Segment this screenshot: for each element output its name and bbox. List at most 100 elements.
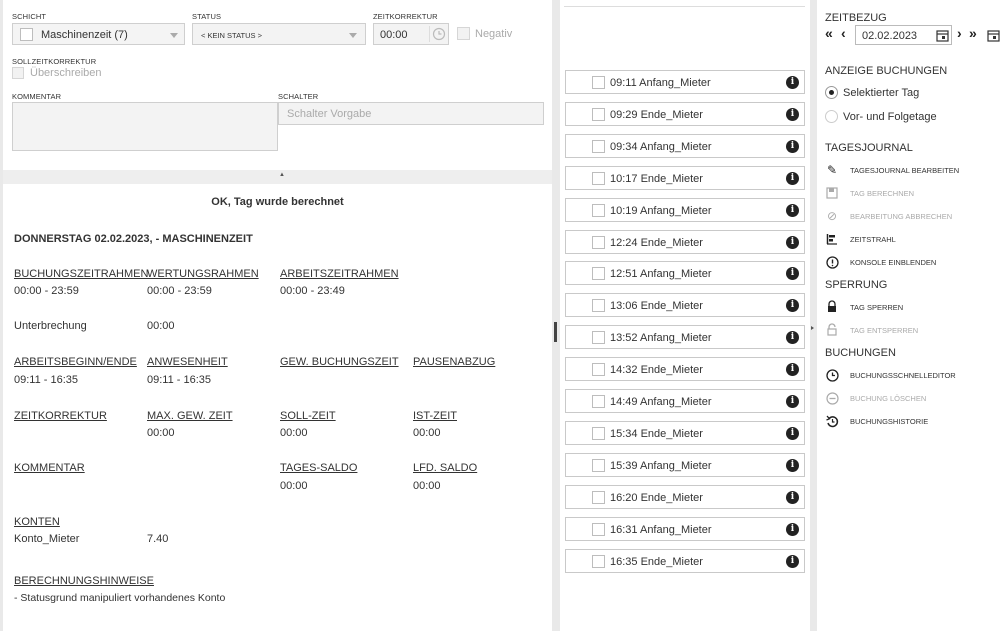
zeitkorrektur-result-label: ZEITKORREKTUR [14,410,107,422]
booking-row[interactable]: 16:31 Anfang_Mieter i [565,516,805,541]
booking-row[interactable]: 13:52 Anfang_Mieter i [565,325,805,350]
booking-row[interactable]: 15:34 Ende_Mieter i [565,420,805,445]
booking-row[interactable]: 16:35 Ende_Mieter i [565,548,805,573]
zeitkorrektur-input[interactable]: 00:00 [373,23,449,45]
booking-row[interactable]: 14:49 Anfang_Mieter i [565,389,805,413]
booking-checkbox[interactable] [592,522,605,536]
last-day-button[interactable]: » [969,26,977,40]
expand-arrow-icon[interactable] [811,326,814,330]
booking-row[interactable]: 10:17 Ende_Mieter i [565,165,805,190]
booking-label: 12:51 Anfang_Mieter [610,268,712,281]
booking-label: 14:49 Anfang_Mieter [610,396,712,408]
info-icon[interactable]: i [786,363,799,377]
booking-row[interactable]: 10:19 Anfang_Mieter i [565,197,805,222]
info-icon[interactable]: i [786,203,799,217]
splitter-handle[interactable] [554,322,557,342]
arbeitsbeginn-label: ARBEITSBEGINN/ENDE [14,356,137,368]
booking-row[interactable]: 13:06 Ende_Mieter i [565,293,805,318]
first-day-button[interactable]: « [825,26,833,40]
status-value: < KEIN STATUS > [201,31,262,40]
konten-label: KONTEN [14,516,60,528]
info-icon[interactable]: i [786,426,799,440]
arbeitszeitrahmen-label: ARBEITSZEITRAHMEN [280,268,399,280]
calendar-today-icon[interactable] [987,29,1000,42]
info-icon[interactable]: i [786,107,799,121]
buchung-loeschen-label: BUCHUNG LÖSCHEN [850,394,927,403]
booking-checkbox[interactable] [592,299,605,313]
timeline-icon [825,232,839,246]
tag-entsperren-label: TAG ENTSPERREN [850,326,919,335]
booking-row[interactable]: 12:51 Anfang_Mieter i [565,261,805,286]
booking-row[interactable]: 16:20 Ende_Mieter i [565,484,805,509]
negativ-checkbox[interactable] [457,27,470,40]
next-day-button[interactable]: › [957,26,962,40]
date-input[interactable]: 02.02.2023 [855,25,952,45]
booking-checkbox[interactable] [592,203,605,217]
zeitkorrektur-value: 00:00 [380,29,408,41]
kommentar-label: KOMMENTAR [12,92,62,101]
ueberschreiben-label: Überschreiben [30,67,102,79]
booking-checkbox[interactable] [592,490,605,504]
clock-button[interactable] [429,26,447,42]
radio-selected-day-label: Selektierter Tag [843,87,920,99]
info-icon[interactable]: i [786,395,799,408]
pencil-icon: ✎ [826,163,838,177]
info-icon[interactable]: i [786,458,799,472]
collapse-bar[interactable]: ▲ [3,170,552,184]
booking-checkbox[interactable] [592,267,605,281]
tagesjournal-bearbeiten-label: TAGESJOURNAL BEARBEITEN [850,166,960,175]
schicht-select[interactable]: Maschinenzeit (7) [12,23,185,45]
info-icon[interactable]: i [786,554,799,568]
booking-label: 15:34 Ende_Mieter [610,427,703,440]
info-icon[interactable]: i [786,171,799,185]
tages-saldo-label: TAGES-SALDO [280,462,358,474]
schicht-checkbox[interactable] [20,28,33,41]
booking-row[interactable]: 12:24 Ende_Mieter i [565,229,805,254]
status-select[interactable]: < KEIN STATUS > [192,23,366,45]
pausenabzug-label: PAUSENABZUG [413,356,496,368]
booking-row[interactable]: 09:29 Ende_Mieter i [565,101,805,126]
ueberschreiben-checkbox[interactable] [12,67,24,79]
collapse-icon: ▲ [279,172,285,178]
booking-checkbox[interactable] [592,458,605,472]
info-icon[interactable]: i [786,299,799,313]
schalter-label: SCHALTER [278,92,319,101]
booking-checkbox[interactable] [592,331,605,345]
booking-checkbox[interactable] [592,171,605,185]
lfd-saldo-value: 00:00 [413,480,441,492]
gew-buchungszeit-label: GEW. BUCHUNGSZEIT [280,356,399,368]
info-icon[interactable]: i [786,139,799,153]
kommentar-textarea[interactable] [12,102,278,151]
info-icon[interactable]: i [786,490,799,504]
booking-checkbox[interactable] [592,107,605,121]
booking-checkbox[interactable] [592,76,605,89]
anwesenheit-value: 09:11 - 16:35 [147,374,212,386]
booking-label: 10:17 Ende_Mieter [610,172,703,185]
schalter-input[interactable]: Schalter Vorgabe [278,102,544,125]
booking-checkbox[interactable] [592,235,605,249]
radio-prev-next[interactable] [825,110,838,123]
booking-checkbox[interactable] [592,139,605,153]
zeitkorrektur-label: ZEITKORREKTUR [373,12,438,21]
booking-row[interactable]: 15:39 Anfang_Mieter i [565,452,805,477]
tages-saldo-value: 00:00 [280,480,308,492]
booking-row[interactable]: 09:34 Anfang_Mieter i [565,133,805,158]
info-icon[interactable]: i [786,267,799,281]
radio-selected-day[interactable] [825,86,838,99]
booking-checkbox[interactable] [592,363,605,377]
booking-row[interactable]: 14:32 Ende_Mieter i [565,357,805,382]
booking-checkbox[interactable] [592,395,605,408]
info-icon[interactable]: i [786,522,799,536]
calc-message: OK, Tag wurde berechnet [211,196,344,208]
anwesenheit-label: ANWESENHEIT [147,356,228,368]
info-icon[interactable]: i [786,76,799,89]
calendar-icon[interactable] [936,29,949,42]
booking-checkbox[interactable] [592,554,605,568]
kommentar-result-label: KOMMENTAR [14,462,85,474]
prev-day-button[interactable]: ‹ [841,26,846,40]
info-icon[interactable]: i [786,331,799,345]
unterbrechung-label: Unterbrechung [14,320,87,332]
booking-row[interactable]: 09:11 Anfang_Mieter i [565,70,805,94]
info-icon[interactable]: i [786,235,799,249]
booking-checkbox[interactable] [592,426,605,440]
